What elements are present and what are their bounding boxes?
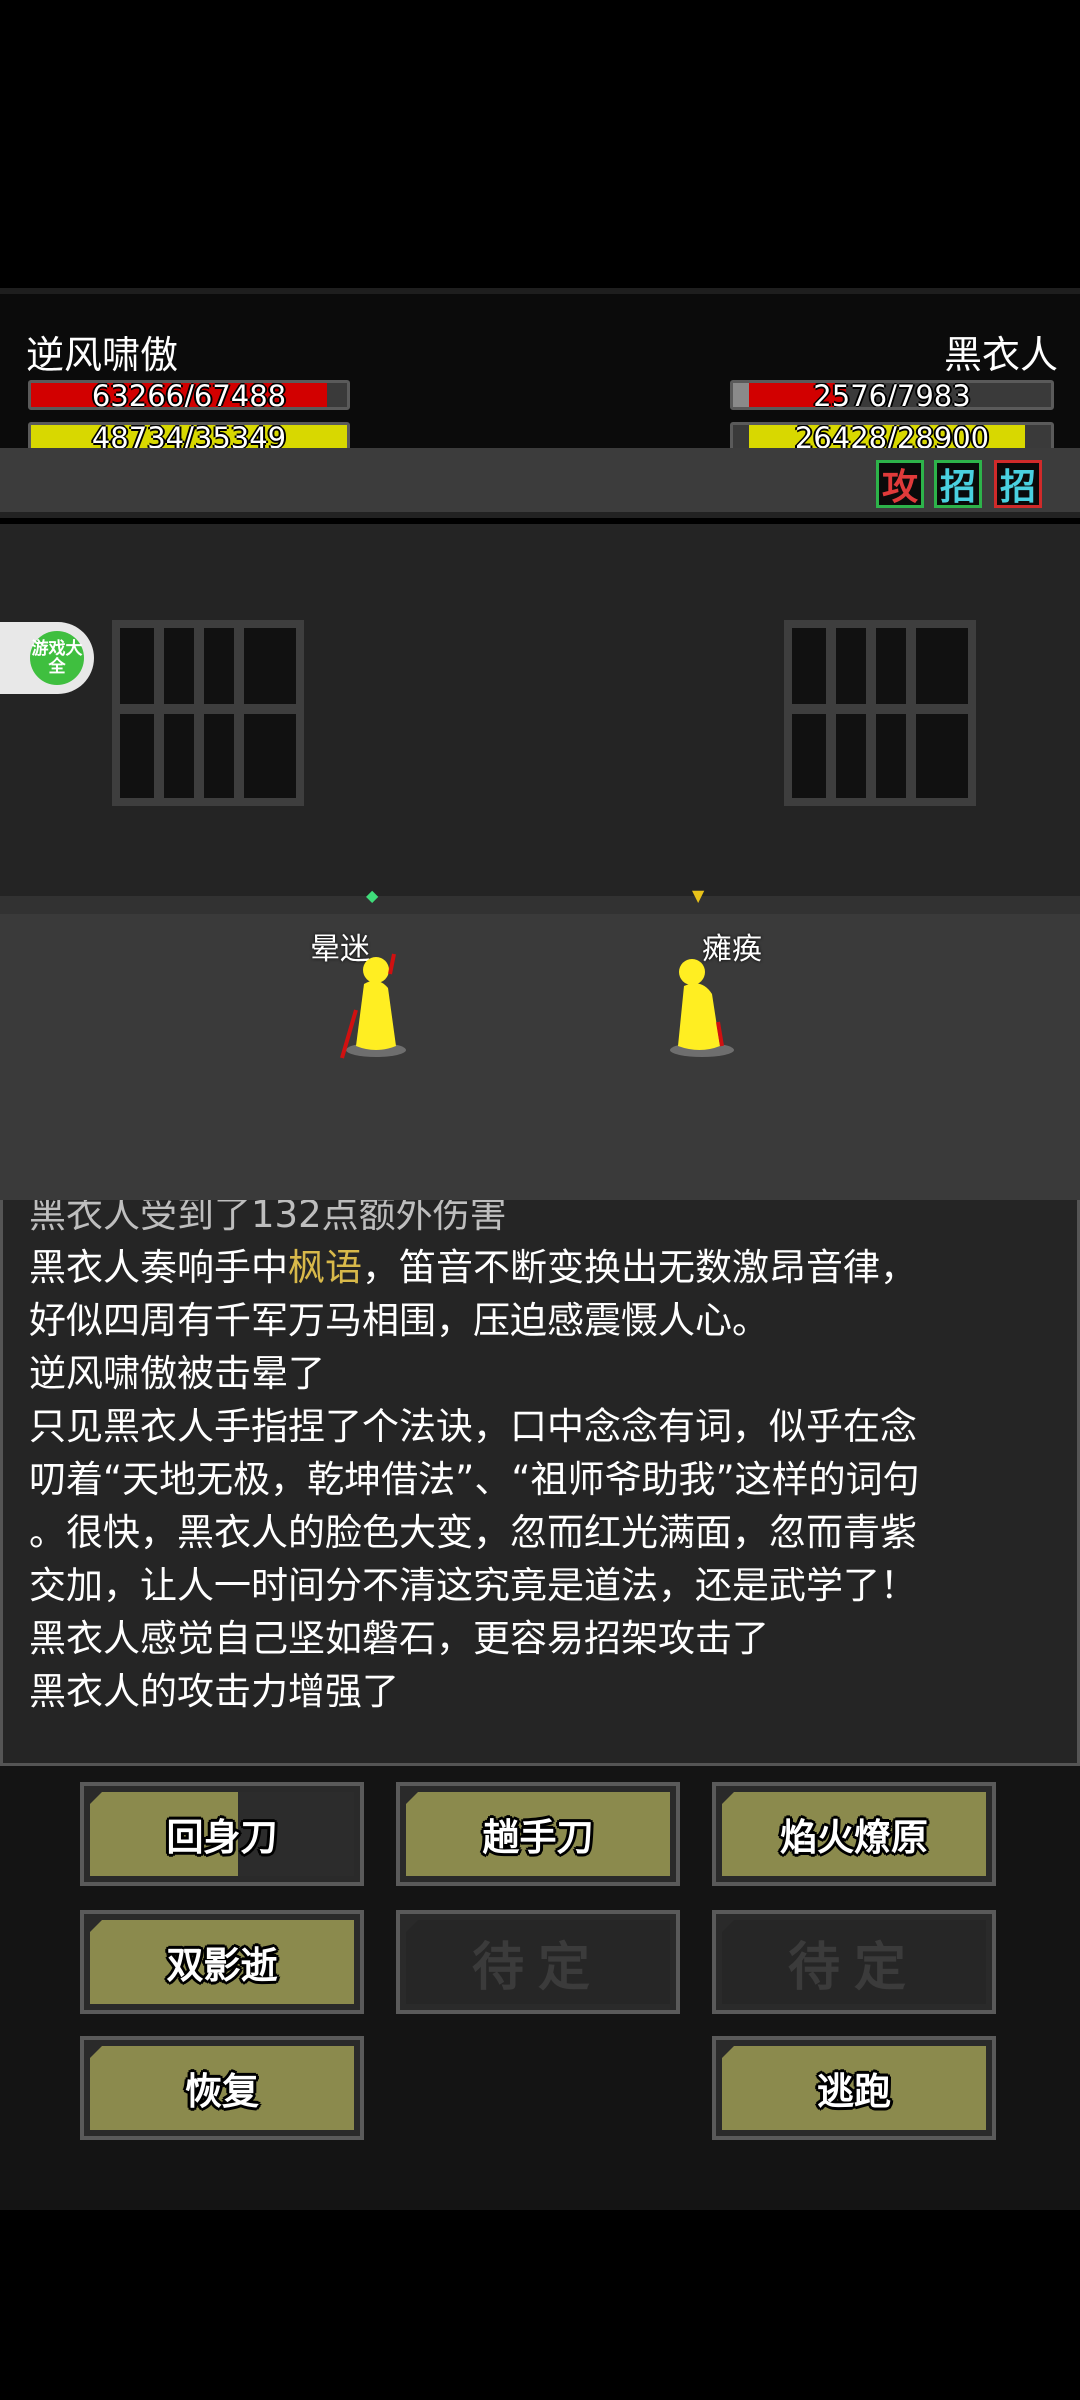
- skill-tag[interactable]: 招: [934, 460, 982, 508]
- log-line: 交加，让人一时间分不清这究竟是道法，还是武学了！: [29, 1564, 917, 1607]
- log-line: 黑衣人奏响手中枫语，笛音不断变换出无数激昂音律，: [29, 1246, 917, 1289]
- skill-button-shuangyingshi[interactable]: 双影逝: [80, 1910, 364, 2014]
- enemy-hp-text: 2576/7983: [813, 380, 971, 410]
- log-line: 逆风啸傲被击晕了: [29, 1352, 325, 1395]
- player-marker-icon: ◆: [366, 886, 379, 905]
- barred-window-left: [112, 620, 304, 806]
- skill-button-huishendao[interactable]: 回身刀: [80, 1782, 364, 1886]
- battle-screen: { "player": { "name": "逆风啸傲", "hp_text":…: [0, 0, 1080, 2400]
- player-fighter-icon[interactable]: [334, 950, 414, 1060]
- enemy-marker-icon: ▼: [692, 886, 705, 905]
- enemy-fighter-icon[interactable]: [662, 950, 742, 1060]
- enemy-name: 黑衣人: [943, 333, 1058, 377]
- battle-log[interactable]: 黑衣人受到了132点额外伤害 黑衣人奏响手中枫语，笛音不断变换出无数激昂音律， …: [0, 1200, 1080, 1766]
- flee-button[interactable]: 逃跑: [712, 2036, 996, 2140]
- game-hub-icon: 游戏大全: [30, 631, 84, 685]
- skill-button-yanhuoliaoyuan[interactable]: 焰火燎原: [712, 1782, 996, 1886]
- skill-slot-empty: 待定: [396, 1910, 680, 2014]
- enemy-hp-bar: 2576/7983: [730, 380, 1054, 410]
- player-hp-bar: 63266/67488: [28, 380, 350, 410]
- log-line: 黑衣人的攻击力增强了: [29, 1670, 399, 1713]
- player-name: 逆风啸傲: [26, 333, 179, 377]
- log-line: 黑衣人受到了132点额外伤害: [29, 1200, 507, 1236]
- log-line: 。很快，黑衣人的脸色大变，忽而红光满面，忽而青紫: [29, 1511, 917, 1554]
- skill-button-tangshoudao[interactable]: 趟手刀: [396, 1782, 680, 1886]
- skill-tag-enemy[interactable]: 招: [994, 460, 1042, 508]
- combatant-status-bar: 逆风啸傲 黑衣人 63266/67488 48734/35349 2576/79…: [0, 288, 1080, 452]
- barred-window-right: [784, 620, 976, 806]
- battle-scene: ◆ ▼ 晕迷 瘫痪: [0, 524, 1080, 1214]
- floor: [0, 914, 1080, 1214]
- weapon-name: 枫语: [288, 1246, 362, 1289]
- attack-tag[interactable]: 攻: [876, 460, 924, 508]
- log-line: 好似四周有千军万马相围，压迫感震慑人心。: [29, 1299, 769, 1342]
- log-line: 叨着“天地无极，乾坤借法”、“祖师爷助我”这样的词句: [29, 1458, 920, 1501]
- skill-panel: 回身刀 趟手刀 焰火燎原 双影逝 待定 待定 恢复 逃跑: [0, 1766, 1080, 2210]
- recover-button[interactable]: 恢复: [80, 2036, 364, 2140]
- skill-slot-empty: 待定: [712, 1910, 996, 2014]
- player-hp-text: 63266/67488: [91, 380, 287, 410]
- log-line: 只见黑衣人手指捏了个法诀，口中念念有词，似乎在念: [29, 1405, 917, 1448]
- log-line: 黑衣人感觉自己坚如磐石，更容易招架攻击了: [29, 1617, 769, 1660]
- game-hub-button[interactable]: 游戏大全: [0, 622, 94, 694]
